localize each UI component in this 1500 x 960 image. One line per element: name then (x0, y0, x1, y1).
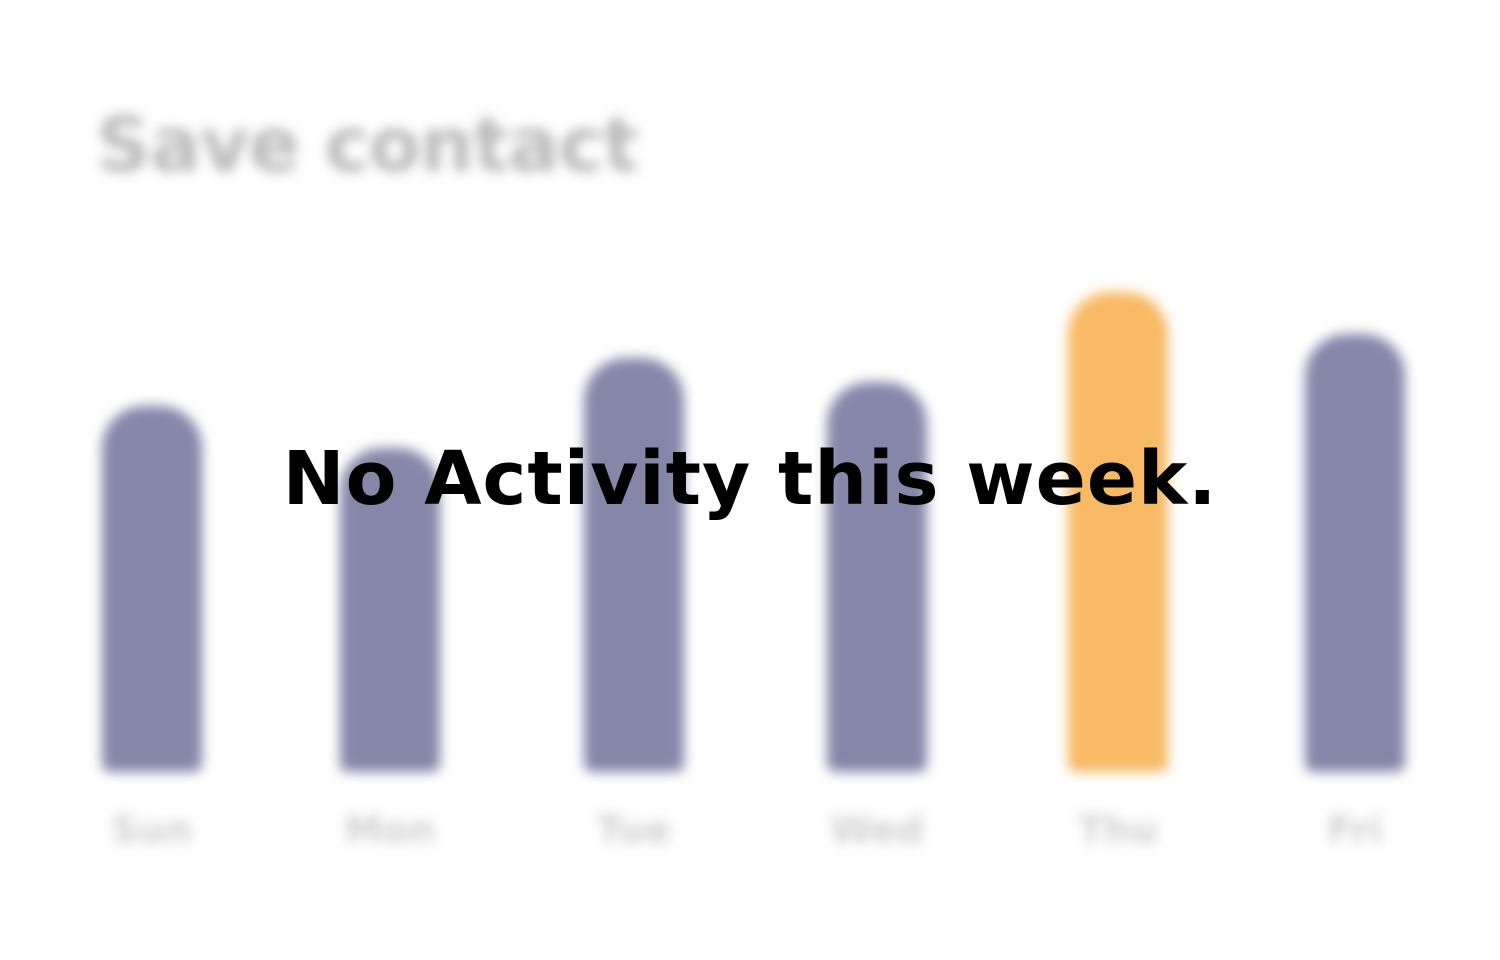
empty-state-message: No Activity this week. (282, 436, 1218, 522)
day-label-fri: Fri (1327, 808, 1383, 852)
bar-tue (584, 358, 684, 772)
day-label-wed: Wed (830, 808, 924, 852)
bar-fri (1305, 334, 1405, 772)
bar-thu (1068, 292, 1168, 772)
day-label-thu: Thu (1077, 808, 1159, 852)
day-label-tue: Tue (596, 808, 672, 852)
day-label-mon: Mon (344, 808, 436, 852)
day-label-sun: Sun (111, 808, 193, 852)
